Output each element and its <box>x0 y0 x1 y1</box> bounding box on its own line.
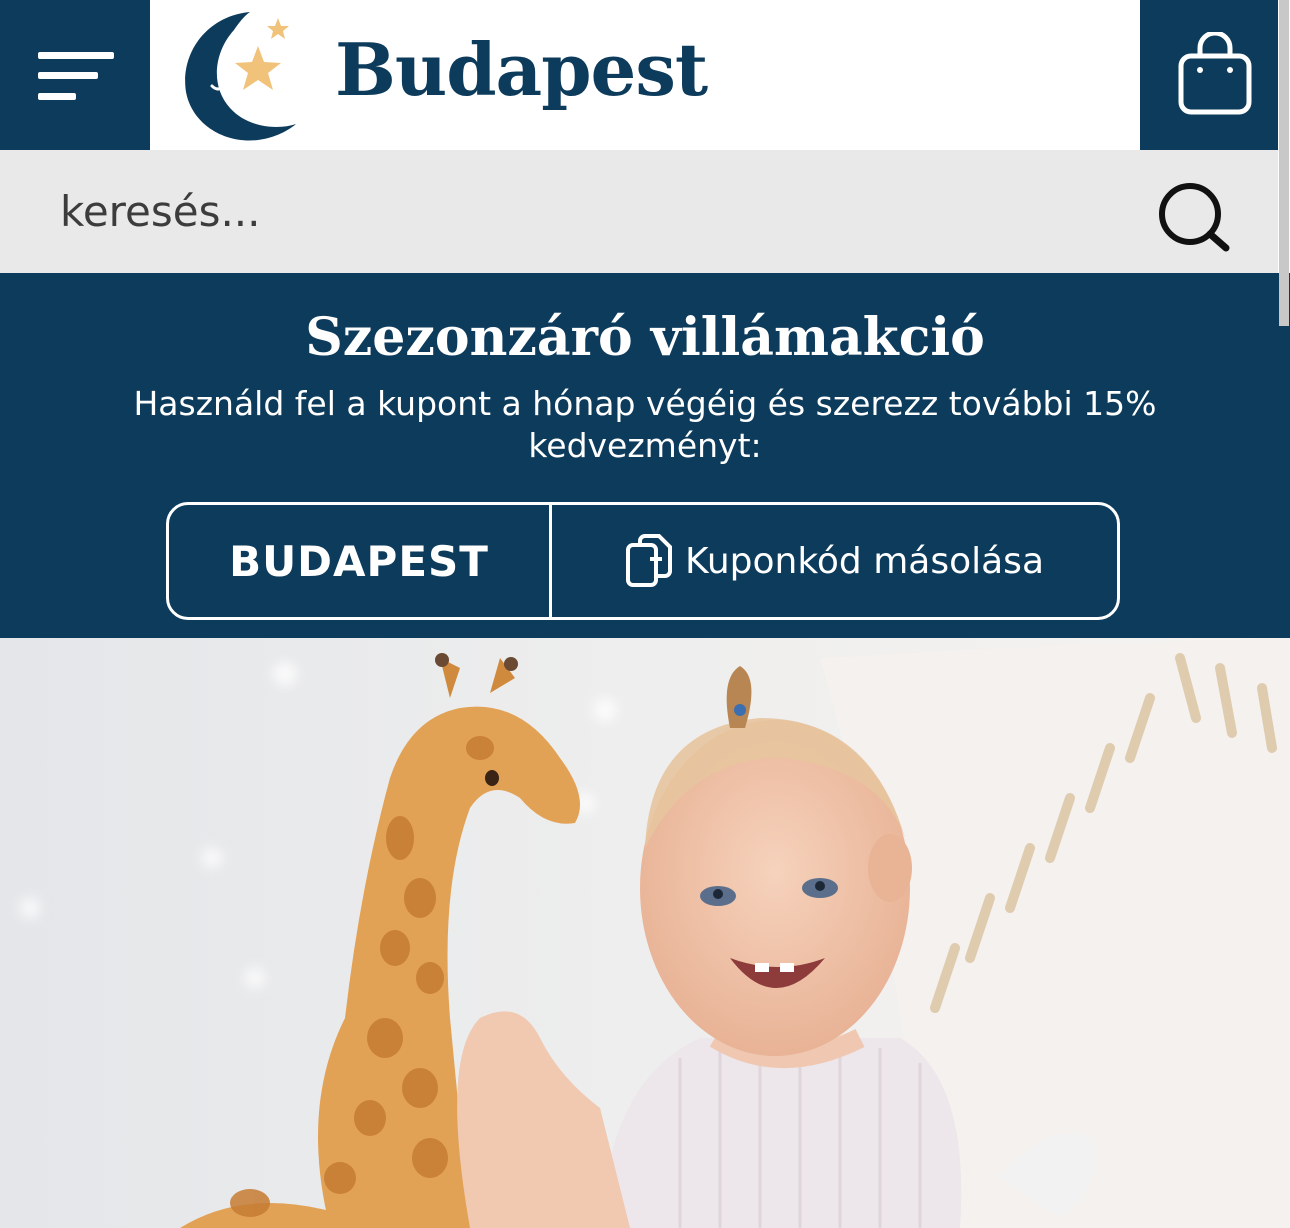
search-icon[interactable] <box>1156 180 1232 256</box>
copy-coupon-button[interactable]: Kuponkód másolása <box>552 505 1117 617</box>
logo-link[interactable]: Budapest <box>150 0 1140 150</box>
search-input[interactable] <box>60 178 1110 244</box>
hamburger-menu-icon-bar-3 <box>38 93 76 100</box>
brand-name: Budapest <box>335 27 708 112</box>
scrollbar-thumb[interactable] <box>1279 0 1289 326</box>
coupon-box: BUDAPEST Kuponkód másolása <box>166 502 1120 620</box>
site-header: Budapest <box>0 0 1278 150</box>
copy-coupon-label: Kuponkód másolása <box>685 540 1044 582</box>
hamburger-menu-icon <box>38 52 114 59</box>
coupon-code: BUDAPEST <box>229 536 489 586</box>
promo-banner: Szezonzáró villámakció Használd fel a ku… <box>0 273 1290 638</box>
search-bar <box>0 150 1278 273</box>
hamburger-menu-icon-bar-2 <box>38 72 98 79</box>
moon-stars-logo-icon <box>185 12 296 141</box>
promo-text: Használd fel a kupont a hónap végéig és … <box>133 384 1157 465</box>
shopping-bag-icon <box>1178 32 1252 115</box>
hero-illustration <box>0 638 1290 1228</box>
cart-button[interactable] <box>1140 0 1278 150</box>
menu-button[interactable] <box>0 0 150 150</box>
hero-photo <box>0 638 1290 1228</box>
copy-icon <box>626 534 672 587</box>
promo-title: Szezonzáró villámakció <box>305 307 985 368</box>
